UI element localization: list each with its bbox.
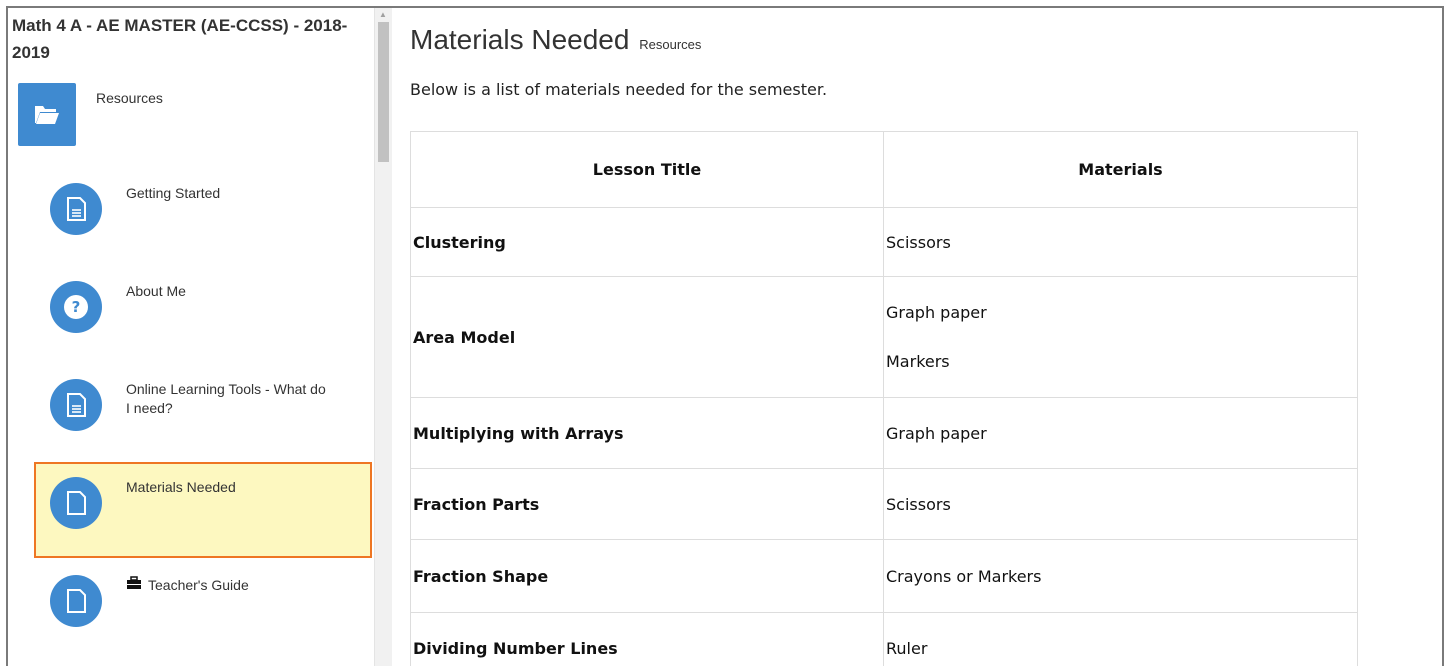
lesson-cell: Fraction Parts [411,469,884,540]
sidebar-scrollbar[interactable]: ▲ [374,8,392,666]
intro-text: Below is a list of materials needed for … [410,80,827,99]
scroll-thumb[interactable] [378,22,389,162]
materials-cell: Crayons or Markers [884,540,1358,613]
table-row: Area Model Graph paper Markers [411,277,1358,398]
sidebar: Math 4 A - AE MASTER (AE-CCSS) - 2018-20… [8,8,374,666]
nav-item-materials-needed[interactable]: Materials Needed [34,462,372,558]
column-header-lesson-title: Lesson Title [411,132,884,208]
page-title-text: Materials Needed [410,24,629,55]
table-header-row: Lesson Title Materials [411,132,1358,208]
materials-cell: Graph paper [884,398,1358,469]
page-icon [50,477,102,529]
document-icon [50,379,102,431]
course-title: Math 4 A - AE MASTER (AE-CCSS) - 2018-20… [12,12,362,66]
page-subtitle: Resources [639,37,701,52]
nav-item-label: Online Learning Tools - What do I need? [126,380,326,418]
nav-item-teachers-guide[interactable]: Teacher's Guide [34,560,372,656]
page-title: Materials Needed Resources [410,24,701,56]
table-row: Dividing Number Lines Ruler [411,613,1358,666]
table-row: Fraction Parts Scissors [411,469,1358,540]
main-content: Materials Needed Resources Below is a li… [410,8,1440,666]
materials-table: Lesson Title Materials Clustering Scisso… [410,131,1358,666]
lesson-cell: Dividing Number Lines [411,613,884,666]
material-item: Graph paper [886,288,1355,337]
lesson-cell: Clustering [411,208,884,277]
page-icon [50,575,102,627]
nav-item-label: Teacher's Guide [148,576,348,595]
resources-label[interactable]: Resources [96,90,163,106]
nav-item-getting-started[interactable]: Getting Started [34,168,372,264]
table-row: Multiplying with Arrays Graph paper [411,398,1358,469]
materials-cell: Scissors [884,469,1358,540]
scroll-up-arrow-icon[interactable]: ▲ [379,10,387,19]
column-header-materials: Materials [884,132,1358,208]
nav-item-online-learning-tools[interactable]: Online Learning Tools - What do I need? [34,364,372,460]
folder-open-icon [34,103,60,125]
materials-cell: Graph paper Markers [884,277,1358,398]
materials-cell: Scissors [884,208,1358,277]
nav-item-label: Getting Started [126,184,326,203]
svg-text:?: ? [72,298,81,316]
lesson-cell: Multiplying with Arrays [411,398,884,469]
material-item: Markers [886,337,1355,386]
window-frame: Math 4 A - AE MASTER (AE-CCSS) - 2018-20… [6,6,1444,666]
resources-folder-button[interactable] [18,83,76,146]
table-row: Clustering Scissors [411,208,1358,277]
table-row: Fraction Shape Crayons or Markers [411,540,1358,613]
lesson-cell: Fraction Shape [411,540,884,613]
nav-item-label: About Me [126,282,326,301]
nav-item-about-me[interactable]: ? About Me [34,266,372,362]
lesson-cell: Area Model [411,277,884,398]
briefcase-icon [126,576,142,590]
question-icon: ? [50,281,102,333]
materials-cell: Ruler [884,613,1358,666]
nav-item-label: Materials Needed [126,478,326,497]
document-icon [50,183,102,235]
